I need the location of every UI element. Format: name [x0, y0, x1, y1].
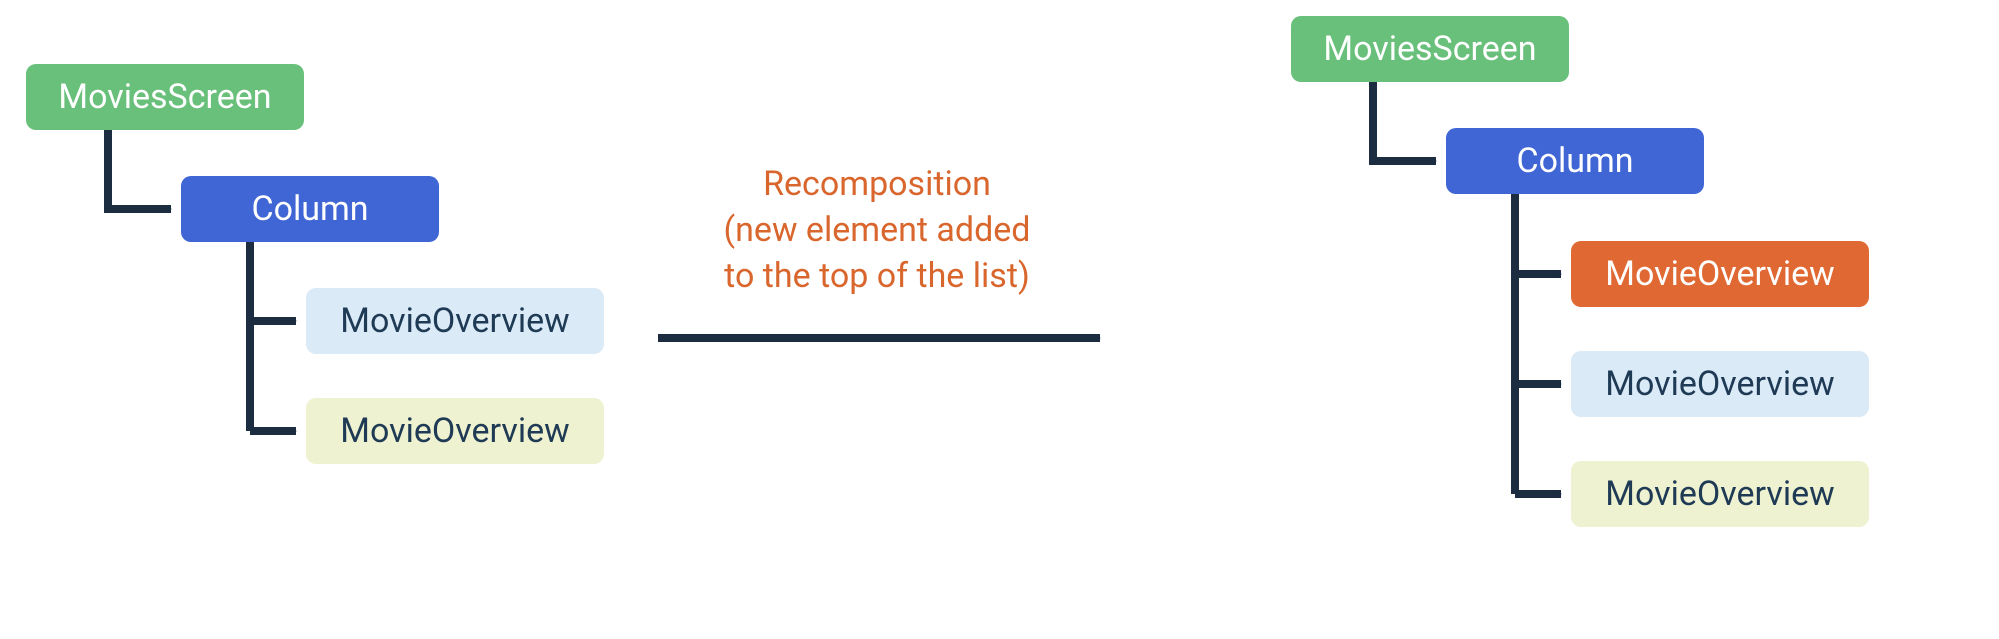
caption-line2: (new element added	[724, 210, 1031, 250]
caption-line1: Recomposition	[763, 164, 991, 204]
right-movieoverview-3: MovieOverview	[1571, 461, 1869, 527]
left-movies-screen-node: MoviesScreen	[26, 64, 304, 130]
left-movieoverview-1: MovieOverview	[306, 288, 604, 354]
recomposition-caption: Recomposition (new element added to the …	[627, 162, 1127, 300]
right-movieoverview-new: MovieOverview	[1571, 241, 1869, 307]
right-movies-screen-node: MoviesScreen	[1291, 16, 1569, 82]
right-movieoverview-2: MovieOverview	[1571, 351, 1869, 417]
right-column-node: Column	[1446, 128, 1704, 194]
left-movieoverview-2: MovieOverview	[306, 398, 604, 464]
caption-line3: to the top of the list)	[724, 256, 1030, 296]
left-column-node: Column	[181, 176, 439, 242]
